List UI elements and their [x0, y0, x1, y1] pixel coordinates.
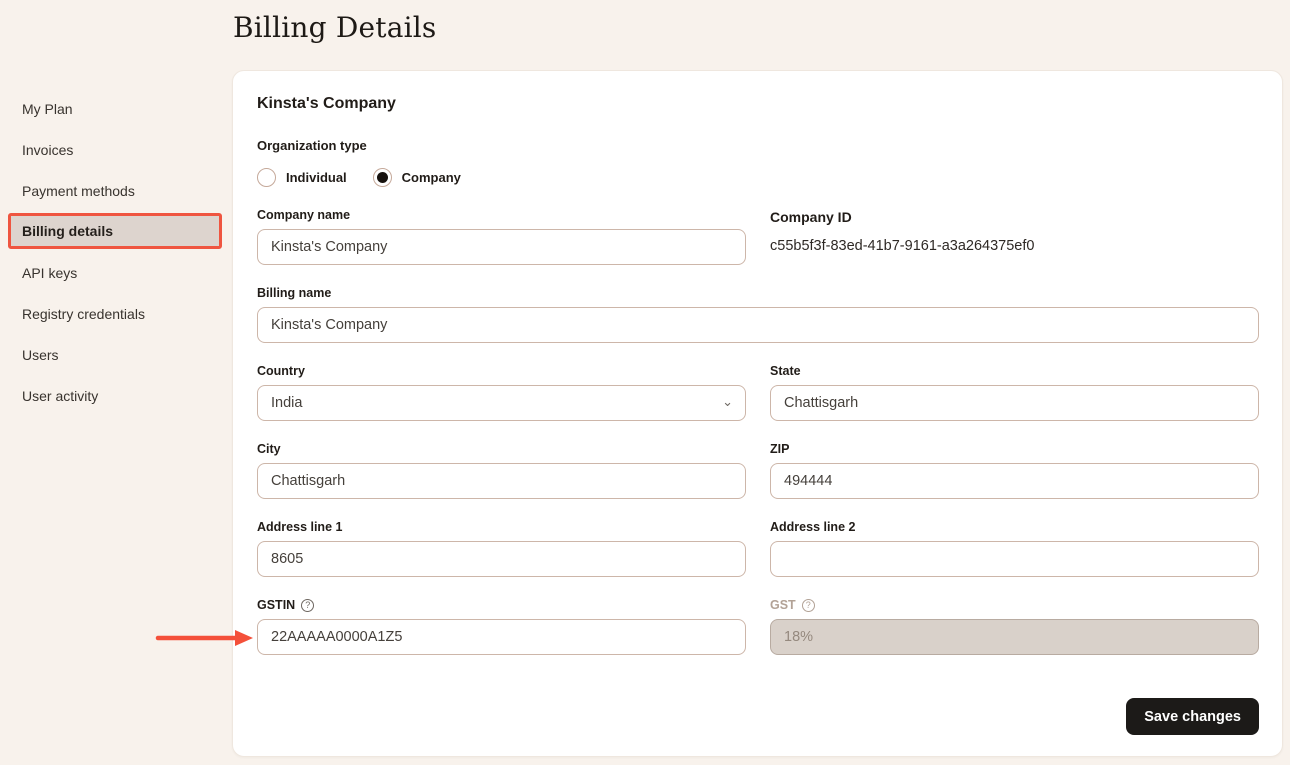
- radio-individual-icon[interactable]: [257, 168, 276, 187]
- red-arrow-annotation-icon: [155, 629, 255, 647]
- organization-type-radio-group: Individual Company: [257, 168, 1259, 187]
- sidebar-item-registry-credentials[interactable]: Registry credentials: [0, 293, 232, 334]
- radio-company[interactable]: Company: [373, 168, 461, 187]
- city-label: City: [257, 442, 746, 456]
- company-name-input[interactable]: [257, 229, 746, 265]
- radio-individual[interactable]: Individual: [257, 168, 347, 187]
- zip-input[interactable]: [770, 463, 1259, 499]
- state-field-group: State: [770, 364, 1259, 421]
- radio-individual-label: Individual: [286, 170, 347, 185]
- country-label: Country: [257, 364, 746, 378]
- company-name-field-group: Company name: [257, 208, 746, 265]
- company-id-group: Company ID c55b5f3f-83ed-41b7-9161-a3a26…: [770, 208, 1259, 265]
- sidebar-item-payment-methods[interactable]: Payment methods: [0, 170, 232, 211]
- billing-form-grid: Company name Company ID c55b5f3f-83ed-41…: [257, 208, 1259, 655]
- gstin-label-text: GSTIN: [257, 598, 295, 612]
- country-field-group: Country ⌄: [257, 364, 746, 421]
- address-line-1-input[interactable]: [257, 541, 746, 577]
- billing-details-page: { "page": { "title": "Billing Details" }…: [0, 0, 1290, 765]
- radio-company-icon[interactable]: [373, 168, 392, 187]
- city-field-group: City: [257, 442, 746, 499]
- state-label: State: [770, 364, 1259, 378]
- address-line-2-input[interactable]: [770, 541, 1259, 577]
- zip-label: ZIP: [770, 442, 1259, 456]
- gstin-field-group: GSTIN ?: [257, 598, 746, 655]
- address-line-1-field-group: Address line 1: [257, 520, 746, 577]
- help-icon[interactable]: ?: [802, 599, 815, 612]
- page-title: Billing Details: [233, 11, 437, 44]
- billing-name-input[interactable]: [257, 307, 1259, 343]
- billing-details-card: Kinsta's Company Organization type Indiv…: [232, 70, 1283, 757]
- company-name-label: Company name: [257, 208, 746, 222]
- radio-company-label: Company: [402, 170, 461, 185]
- gst-label-text: GST: [770, 598, 796, 612]
- sidebar-item-users[interactable]: Users: [0, 334, 232, 375]
- save-changes-button[interactable]: Save changes: [1126, 698, 1259, 735]
- billing-name-label: Billing name: [257, 286, 1259, 300]
- organization-type-label: Organization type: [257, 138, 1259, 153]
- address-line-2-field-group: Address line 2: [770, 520, 1259, 577]
- sidebar-item-api-keys[interactable]: API keys: [0, 252, 232, 293]
- company-id-value: c55b5f3f-83ed-41b7-9161-a3a264375ef0: [770, 238, 1259, 254]
- city-input[interactable]: [257, 463, 746, 499]
- address-line-1-label: Address line 1: [257, 520, 746, 534]
- billing-name-field-group: Billing name: [257, 286, 1259, 343]
- state-input[interactable]: [770, 385, 1259, 421]
- gst-input: [770, 619, 1259, 655]
- gst-field-group: GST ?: [770, 598, 1259, 655]
- sidebar-item-billing-details[interactable]: Billing details: [8, 213, 222, 249]
- gstin-label: GSTIN ?: [257, 598, 746, 612]
- sidebar-item-user-activity[interactable]: User activity: [0, 375, 232, 416]
- company-id-label: Company ID: [770, 209, 1259, 225]
- gst-label: GST ?: [770, 598, 1259, 612]
- help-icon[interactable]: ?: [301, 599, 314, 612]
- company-heading: Kinsta's Company: [257, 95, 1259, 113]
- address-line-2-label: Address line 2: [770, 520, 1259, 534]
- sidebar-item-invoices[interactable]: Invoices: [0, 129, 232, 170]
- sidebar-item-my-plan[interactable]: My Plan: [0, 88, 232, 129]
- country-select[interactable]: [257, 385, 746, 421]
- card-footer: Save changes: [257, 698, 1259, 735]
- zip-field-group: ZIP: [770, 442, 1259, 499]
- gstin-input[interactable]: [257, 619, 746, 655]
- sidebar: My Plan Invoices Payment methods Billing…: [0, 88, 232, 416]
